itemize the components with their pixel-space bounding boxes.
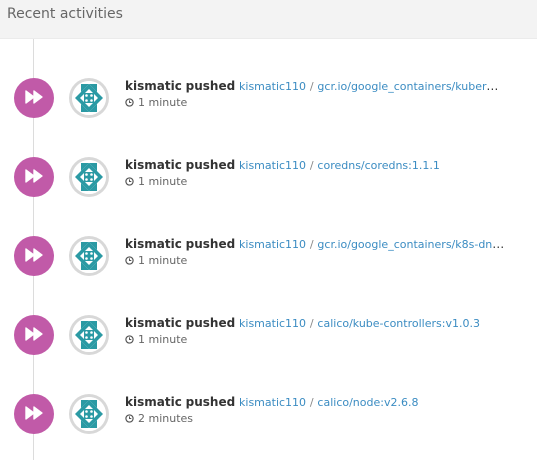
namespace-link[interactable]: kismatic110 [239,317,306,330]
activity-item: kismatic pushed kismatic110 / gcr.io/goo… [0,236,537,296]
fast-forward-icon [25,247,43,266]
identicon-icon [72,397,106,431]
avatar[interactable] [69,236,109,276]
path-separator: / [309,238,314,251]
time-label: 1 minute [138,254,188,267]
repository-link[interactable]: coredns/coredns:1.1.1 [317,159,439,172]
push-badge [14,394,54,434]
action-verb: pushed [185,395,236,409]
push-badge [14,157,54,197]
clock-icon [125,177,134,186]
repository-link[interactable]: calico/kube-controllers:v1.0.3 [317,317,480,330]
clock-icon [125,335,134,344]
clock-icon [125,414,134,423]
time-label: 1 minute [138,96,188,109]
repository-link[interactable]: calico/node:v2.6.8 [317,396,418,409]
push-badge [14,78,54,118]
activity-item: kismatic pushed kismatic110 / calico/nod… [0,394,537,454]
activity-time: 1 minute [125,253,505,268]
action-verb: pushed [185,316,236,330]
fast-forward-icon [25,168,43,187]
time-label: 2 minutes [138,412,194,425]
activity-time: 1 minute [125,95,505,110]
time-label: 1 minute [138,333,188,346]
activity-item: kismatic pushed kismatic110 / coredns/co… [0,157,537,217]
clock-icon [125,98,134,107]
identicon-icon [72,239,106,273]
activity-item: kismatic pushed kismatic110 / calico/kub… [0,315,537,375]
repository-link[interactable]: gcr.io/google_containers/kubernet… [317,79,505,93]
section-title: Recent activities [7,6,123,22]
action-verb: pushed [185,237,236,251]
namespace-link[interactable]: kismatic110 [239,396,306,409]
namespace-link[interactable]: kismatic110 [239,238,306,251]
namespace-link[interactable]: kismatic110 [239,159,306,172]
activity-time: 1 minute [125,174,505,189]
actor-name[interactable]: kismatic [125,158,182,172]
fast-forward-icon [25,89,43,108]
path-separator: / [309,80,314,93]
repository-link[interactable]: gcr.io/google_containers/k8s-dns-… [317,237,505,251]
path-separator: / [309,159,314,172]
time-label: 1 minute [138,175,188,188]
actor-name[interactable]: kismatic [125,395,182,409]
fast-forward-icon [25,405,43,424]
activity-time: 2 minutes [125,411,505,426]
clock-icon [125,256,134,265]
push-badge [14,236,54,276]
path-separator: / [309,396,314,409]
path-separator: / [309,317,314,330]
avatar[interactable] [69,315,109,355]
actor-name[interactable]: kismatic [125,316,182,330]
namespace-link[interactable]: kismatic110 [239,80,306,93]
avatar[interactable] [69,78,109,118]
action-verb: pushed [185,79,236,93]
activity-time: 1 minute [125,332,505,347]
activity-feed: kismatic pushed kismatic110 / gcr.io/goo… [0,39,537,460]
identicon-icon [72,81,106,115]
actor-name[interactable]: kismatic [125,237,182,251]
identicon-icon [72,318,106,352]
fast-forward-icon [25,326,43,345]
avatar[interactable] [69,394,109,434]
recent-activities-header: Recent activities [0,0,537,39]
actor-name[interactable]: kismatic [125,79,182,93]
avatar[interactable] [69,157,109,197]
identicon-icon [72,160,106,194]
action-verb: pushed [185,158,236,172]
push-badge [14,315,54,355]
activity-item: kismatic pushed kismatic110 / gcr.io/goo… [0,78,537,138]
